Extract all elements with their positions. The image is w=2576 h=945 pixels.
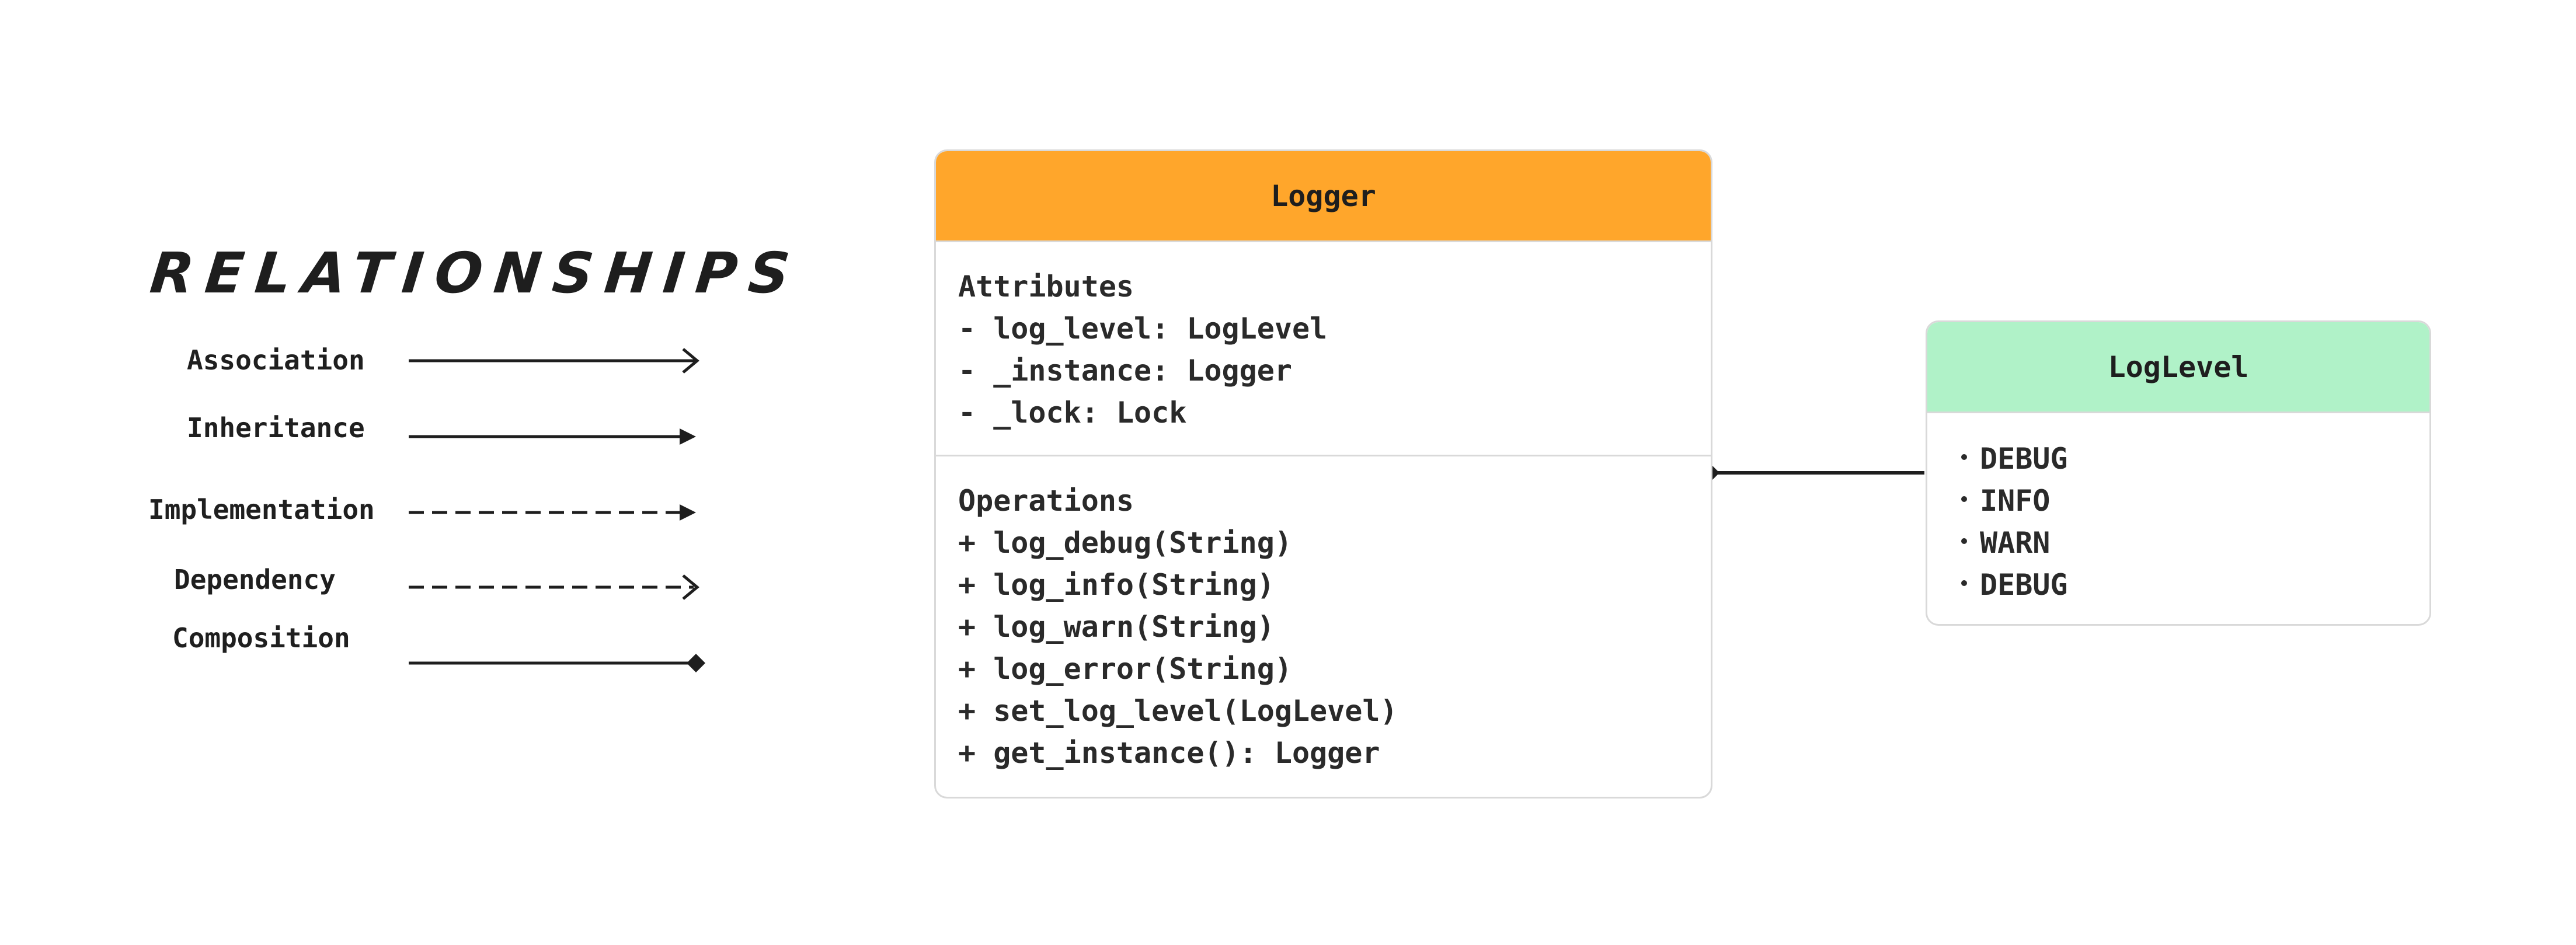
logger-class[interactable]: Logger Attributes - log_level: LogLevel … xyxy=(934,149,1712,798)
operation-row: + log_error(String) xyxy=(958,652,1292,686)
logger-operations-section: Operations + log_debug(String) + log_inf… xyxy=(936,456,1711,774)
attribute-row: - log_level: LogLevel xyxy=(958,312,1328,346)
enum-value-label: WARN xyxy=(1980,526,2051,560)
enum-value: DEBUG xyxy=(1961,438,2429,480)
enum-value-label: DEBUG xyxy=(1980,442,2068,476)
legend-line-inheritance xyxy=(409,428,696,445)
legend-line-implementation xyxy=(409,504,696,521)
legend-line-composition xyxy=(409,654,705,672)
enum-value: INFO xyxy=(1961,480,2429,522)
operation-row: + get_instance(): Logger xyxy=(958,736,1380,770)
loglevel-enum[interactable]: LogLevel DEBUG INFO WARN DEBUG xyxy=(1926,320,2431,626)
enum-value-label: INFO xyxy=(1980,484,2051,518)
logger-attributes-section: Attributes - log_level: LogLevel - _inst… xyxy=(936,242,1711,455)
operations-title: Operations xyxy=(958,484,1134,518)
attribute-row: - _lock: Lock xyxy=(958,396,1187,430)
enum-value: DEBUG xyxy=(1961,564,2429,606)
bullet-icon xyxy=(1961,454,1967,460)
loglevel-enum-name: LogLevel xyxy=(1927,322,2429,413)
operation-row: + log_warn(String) xyxy=(958,610,1275,644)
operation-row: + log_info(String) xyxy=(958,568,1275,602)
attributes-title: Attributes xyxy=(958,270,1134,304)
logger-class-name: Logger xyxy=(936,151,1711,242)
bullet-icon xyxy=(1961,538,1967,544)
enum-value: WARN xyxy=(1961,522,2429,564)
operation-row: + set_log_level(LogLevel) xyxy=(958,694,1398,728)
legend-line-association xyxy=(409,348,699,374)
composition-connector[interactable] xyxy=(1701,463,1924,482)
legend-line-dependency xyxy=(409,574,699,600)
attribute-row: - _instance: Logger xyxy=(958,354,1292,388)
enum-value-label: DEBUG xyxy=(1980,568,2068,602)
loglevel-values-section: DEBUG INFO WARN DEBUG xyxy=(1927,413,2429,606)
bullet-icon xyxy=(1961,496,1967,502)
operation-row: + log_debug(String) xyxy=(958,526,1292,560)
bullet-icon xyxy=(1961,580,1967,586)
